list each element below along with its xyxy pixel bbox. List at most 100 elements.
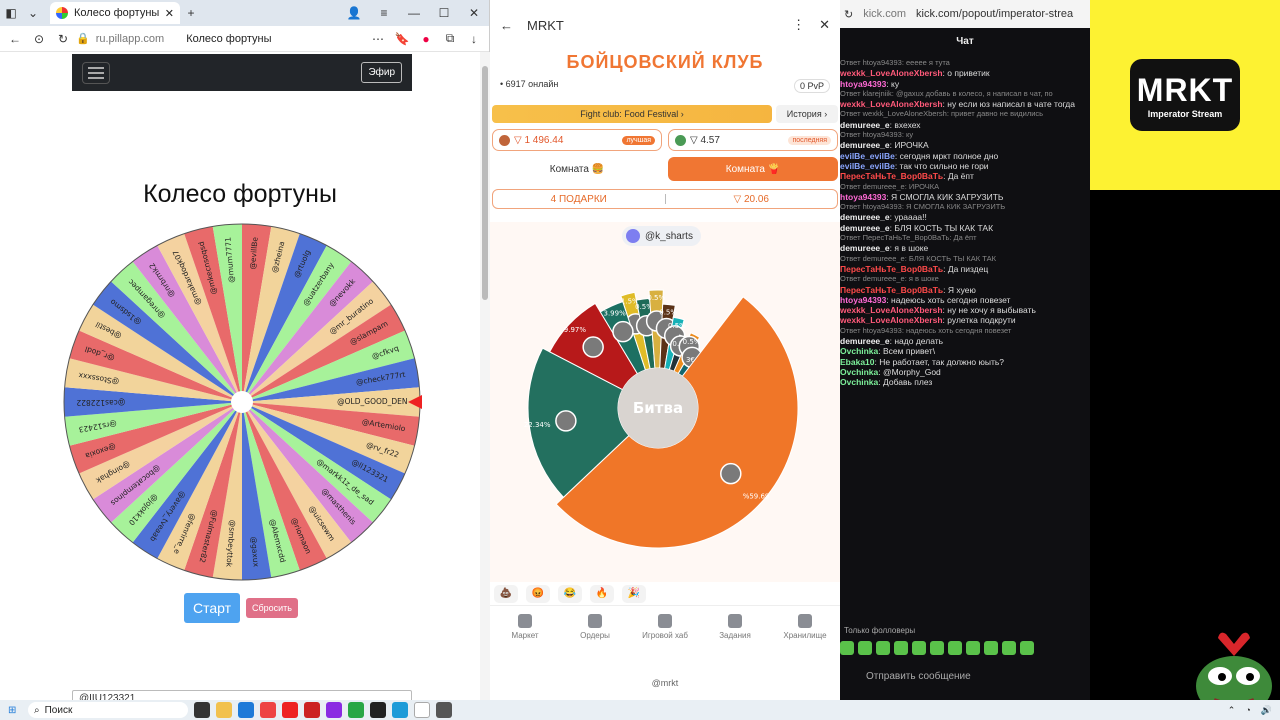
nav-storage[interactable]: Хранилище <box>770 614 840 654</box>
chat-username[interactable]: wexkk_LoveAloneXbersh <box>840 315 943 325</box>
close-icon[interactable]: ✕ <box>819 17 830 33</box>
chat-username[interactable]: demureee_e <box>840 120 890 130</box>
bookmark-icon[interactable]: 🔖 <box>391 28 413 50</box>
obs-icon[interactable] <box>436 702 452 718</box>
shield-icon[interactable]: ⊙ <box>28 28 50 50</box>
chat-username[interactable]: demureee_e <box>840 223 890 233</box>
browser-tab[interactable]: Колесо фортуны ✕ <box>50 2 180 24</box>
reset-button[interactable]: Сбросить <box>246 598 298 618</box>
chat-username[interactable]: ПересТаНьТе_Вор0ВаТь <box>840 171 943 181</box>
app-icon[interactable] <box>348 702 364 718</box>
chat-username[interactable]: Ovchinka <box>840 377 878 387</box>
maximize-icon[interactable]: ☐ <box>429 6 459 20</box>
fire-icon[interactable]: 🔥 <box>590 584 614 603</box>
chat-username[interactable]: evilBe_evilBe <box>840 161 895 171</box>
new-tab-icon[interactable]: + <box>180 2 202 24</box>
chat-username[interactable]: demureee_e <box>840 212 890 222</box>
chrome-icon[interactable] <box>260 702 276 718</box>
emote-icon[interactable] <box>912 641 926 655</box>
name-input[interactable]: @IIU123321 <box>72 690 412 700</box>
history-button[interactable]: История › <box>776 105 838 123</box>
wifi-icon[interactable]: ◔ <box>1245 705 1250 716</box>
taskview-icon[interactable] <box>194 702 210 718</box>
tray-icon[interactable]: ⌃ <box>1228 705 1236 716</box>
chat-username[interactable]: wexkk_LoveAloneXbersh <box>840 68 943 78</box>
smile-icon[interactable]: 😂 <box>558 584 582 603</box>
chat-username[interactable]: htoya94393 <box>840 295 886 305</box>
chat-username[interactable]: wexkk_LoveAloneXbersh <box>840 99 943 109</box>
nav-market[interactable]: Маркет <box>490 614 560 654</box>
address-url[interactable]: ru.pillapp.com <box>96 33 164 45</box>
chat-username[interactable]: demureee_e <box>840 140 890 150</box>
scrollbar[interactable] <box>480 52 490 700</box>
profile-icon[interactable]: 👤 <box>339 6 369 20</box>
tab-room-b[interactable]: Комната 🍟 <box>668 157 838 181</box>
volume-icon[interactable]: 🔊 <box>1261 705 1272 716</box>
app-icon[interactable] <box>326 702 342 718</box>
reload-icon[interactable]: ↻ <box>52 28 74 50</box>
chat-username[interactable]: wexkk_LoveAloneXbersh <box>840 305 943 315</box>
chat-username[interactable]: htoya94393 <box>840 192 886 202</box>
emote-icon[interactable] <box>894 641 908 655</box>
more-icon[interactable]: ⋯ <box>367 28 389 50</box>
angry-icon[interactable]: 😡 <box>526 584 550 603</box>
taskbar-search[interactable]: ⌕ Поиск <box>28 702 188 718</box>
download-icon[interactable]: ↓ <box>463 28 485 50</box>
close-tab-icon[interactable]: ✕ <box>165 7 174 20</box>
edge-icon[interactable] <box>238 702 254 718</box>
emote-icon[interactable] <box>1002 641 1016 655</box>
chat-username[interactable]: Ovchinka <box>840 367 878 377</box>
fortune-wheel[interactable]: @evillBe @zheina @rtuolg@uatzerbany@nevokk… <box>62 222 422 582</box>
emote-icon[interactable] <box>876 641 890 655</box>
close-window-icon[interactable]: ✕ <box>459 6 489 20</box>
nav-orders[interactable]: Ордеры <box>560 614 630 654</box>
extension-icon[interactable]: ● <box>415 28 437 50</box>
chat-username[interactable]: demureee_e <box>840 243 890 253</box>
promo-banner[interactable]: Fight club: Food Festival › <box>492 105 772 123</box>
balance-last[interactable]: ▽ 4.57 последняя <box>668 129 838 151</box>
windows-icon[interactable]: ⊞ <box>8 705 16 716</box>
chat-username[interactable]: evilBe_evilBe <box>840 151 895 161</box>
kebab-menu-icon[interactable]: ⋮ <box>792 17 805 33</box>
emote-icon[interactable] <box>1020 641 1034 655</box>
chat-username[interactable]: ПересТаНьТе_Вор0ВаТь <box>840 285 943 295</box>
reader-icon[interactable]: ⧉ <box>439 28 461 50</box>
hamburger-icon[interactable] <box>82 61 110 84</box>
chat-username[interactable]: Ovchinka <box>840 346 878 356</box>
emote-icon[interactable] <box>948 641 962 655</box>
reload-icon[interactable]: ↻ <box>844 8 853 21</box>
back-arrow-icon[interactable]: ← <box>500 18 513 33</box>
pvp-badge[interactable]: 0 PvP <box>793 79 830 93</box>
poop-icon[interactable]: 💩 <box>494 584 518 603</box>
start-button[interactable]: Старт <box>184 593 240 623</box>
app-icon[interactable] <box>370 702 386 718</box>
telegram-icon[interactable] <box>392 702 408 718</box>
emote-icon[interactable] <box>984 641 998 655</box>
emote-icon[interactable] <box>840 641 854 655</box>
menu-icon[interactable]: ≡ <box>369 6 399 20</box>
yandex-icon[interactable] <box>282 702 298 718</box>
nav-tasks[interactable]: Задания <box>700 614 770 654</box>
back-icon[interactable]: ← <box>4 28 26 50</box>
balance-best[interactable]: ▽ 1 496.44 лучшая <box>492 129 662 151</box>
minimize-icon[interactable]: — <box>399 6 429 20</box>
chat-username[interactable]: htoya94393 <box>840 79 886 89</box>
yandex-browser-icon[interactable] <box>414 702 430 718</box>
address-url[interactable]: kick.com <box>863 8 906 20</box>
tab-room-a[interactable]: Комната 🍔 <box>492 157 662 181</box>
address-path[interactable]: kick.com/popout/imperator-strea <box>916 8 1073 20</box>
nav-gamehub[interactable]: Игровой хаб <box>630 614 700 654</box>
battle-chart[interactable]: 1.5%0.5%0.5%0.5%0.5%0.5%0.5%3€%59.6922.3… <box>490 222 840 582</box>
efir-button[interactable]: Эфир <box>361 62 402 83</box>
emote-icon[interactable] <box>858 641 872 655</box>
party-icon[interactable]: 🎉 <box>622 584 646 603</box>
chat-username[interactable]: demureee_e <box>840 336 890 346</box>
chat-username[interactable]: Ebaka10 <box>840 357 875 367</box>
opera-icon[interactable] <box>304 702 320 718</box>
gifts-bar[interactable]: 4 ПОДАРКИ ▽ 20.06 <box>492 189 838 209</box>
chevron-down-icon[interactable]: ⌄ <box>22 2 44 24</box>
emote-icon[interactable] <box>966 641 980 655</box>
sidebar-toggle-icon[interactable]: ◧ <box>0 2 22 24</box>
chat-username[interactable]: ПересТаНьТе_Вор0ВаТь <box>840 264 943 274</box>
folder-icon[interactable] <box>216 702 232 718</box>
